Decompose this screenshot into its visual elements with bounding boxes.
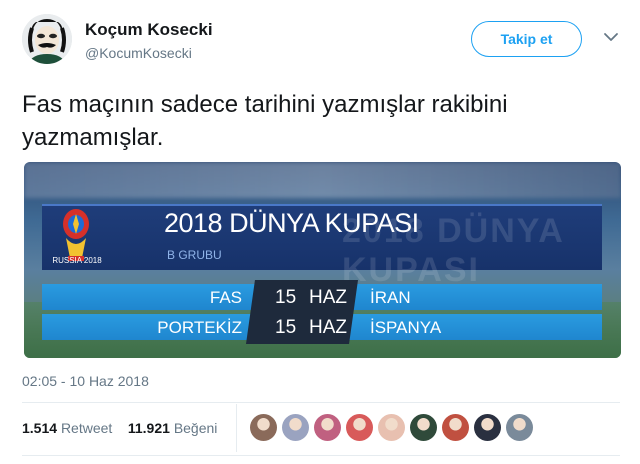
avatar-image [22,14,72,64]
liker-avatars [250,414,533,442]
liker-avatar[interactable] [250,414,277,441]
liker-avatar[interactable] [474,414,501,441]
tweet-text: Fas maçının sadece tarihini yazmışlar ra… [22,91,508,151]
world-cup-logo-icon [63,209,89,261]
like-label[interactable]: Beğeni [174,420,218,436]
liker-avatar[interactable] [506,414,533,441]
match-day: 15 [275,287,297,308]
divider [22,455,620,456]
match-month: HAZ [309,317,347,338]
stats-separator [236,404,237,452]
liker-avatar[interactable] [378,414,405,441]
team-right: İRAN [370,288,411,307]
liker-avatar[interactable] [410,414,437,441]
retweet-label[interactable]: Retweet [61,420,112,436]
liker-avatar[interactable] [442,414,469,441]
tweet-timestamp[interactable]: 02:05 - 10 Haz 2018 [22,373,149,389]
avatar[interactable] [22,14,72,64]
tweet-header: Koçum Kosecki @KocumKosecki Takip et [22,14,622,70]
logo-text: RUSSIA 2018 [52,256,102,265]
media-background-crowd [24,162,621,198]
liker-avatar[interactable] [346,414,373,441]
team-right: İSPANYA [370,318,442,337]
liker-avatar[interactable] [314,414,341,441]
author-handle[interactable]: @KocumKosecki [85,45,192,61]
team-left: FAS [209,288,242,307]
retweet-count[interactable]: 1.514 [22,420,57,436]
liker-avatar[interactable] [282,414,309,441]
team-left: PORTEKİZ [157,318,242,337]
match-month: HAZ [309,287,347,308]
match-day: 15 [275,317,297,338]
divider [22,402,620,403]
cup-title: 2018 DÜNYA KUPASI [164,208,419,238]
group-label: B GRUBU [167,248,222,262]
like-count[interactable]: 11.921 [128,420,170,436]
follow-button[interactable]: Takip et [471,21,582,57]
tweet-stats: 1.514 Retweet 11.921 Beğeni [22,420,217,436]
author-name[interactable]: Koçum Kosecki [85,20,213,40]
tweet-media[interactable]: 2018 DÜNYA KUPASI RUSSIA 2018 2018 DÜNYA… [24,162,621,358]
chevron-down-icon[interactable] [602,28,620,46]
